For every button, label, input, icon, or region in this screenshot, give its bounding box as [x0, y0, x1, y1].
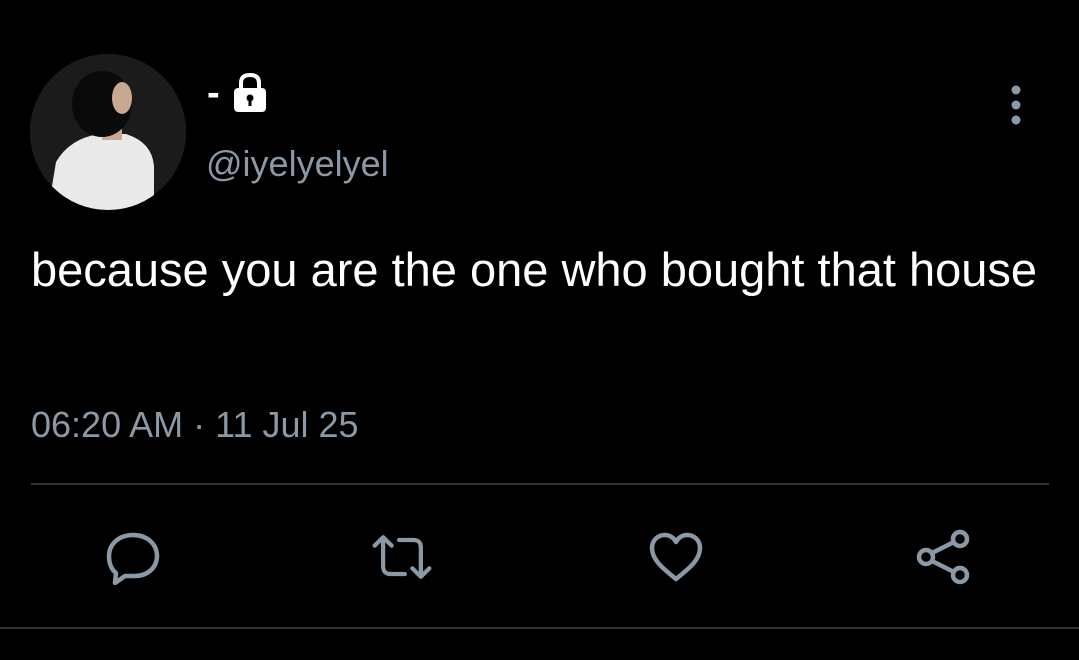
avatar-image	[30, 54, 186, 210]
tweet-text: because you are the one who bought that …	[31, 243, 1038, 296]
reply-bubble-icon	[106, 532, 160, 585]
timestamp-separator: ·	[193, 404, 206, 445]
timestamp-row: 06:20 AM · 11 Jul 25	[31, 402, 359, 448]
divider	[31, 483, 1049, 485]
display-name-row[interactable]: -	[207, 70, 270, 116]
share-icon	[916, 529, 970, 585]
avatar[interactable]	[30, 54, 186, 210]
like-button[interactable]	[643, 524, 709, 590]
bottom-divider	[0, 627, 1079, 629]
tweet-time[interactable]: 06:20 AM	[31, 404, 183, 445]
retweet-icon	[372, 535, 432, 579]
lock-icon	[230, 71, 270, 115]
tweet-date[interactable]: 11 Jul 25	[215, 404, 358, 445]
retweet-button[interactable]	[369, 524, 435, 590]
reply-button[interactable]	[100, 524, 166, 590]
more-vertical-icon[interactable]	[1004, 84, 1028, 126]
heart-icon	[649, 532, 703, 582]
tweet-detail: - @iyelyelyel because you are the one wh…	[0, 0, 1079, 660]
share-button[interactable]	[911, 524, 977, 590]
user-handle[interactable]: @iyelyelyel	[206, 142, 389, 186]
display-name[interactable]: -	[207, 70, 220, 116]
